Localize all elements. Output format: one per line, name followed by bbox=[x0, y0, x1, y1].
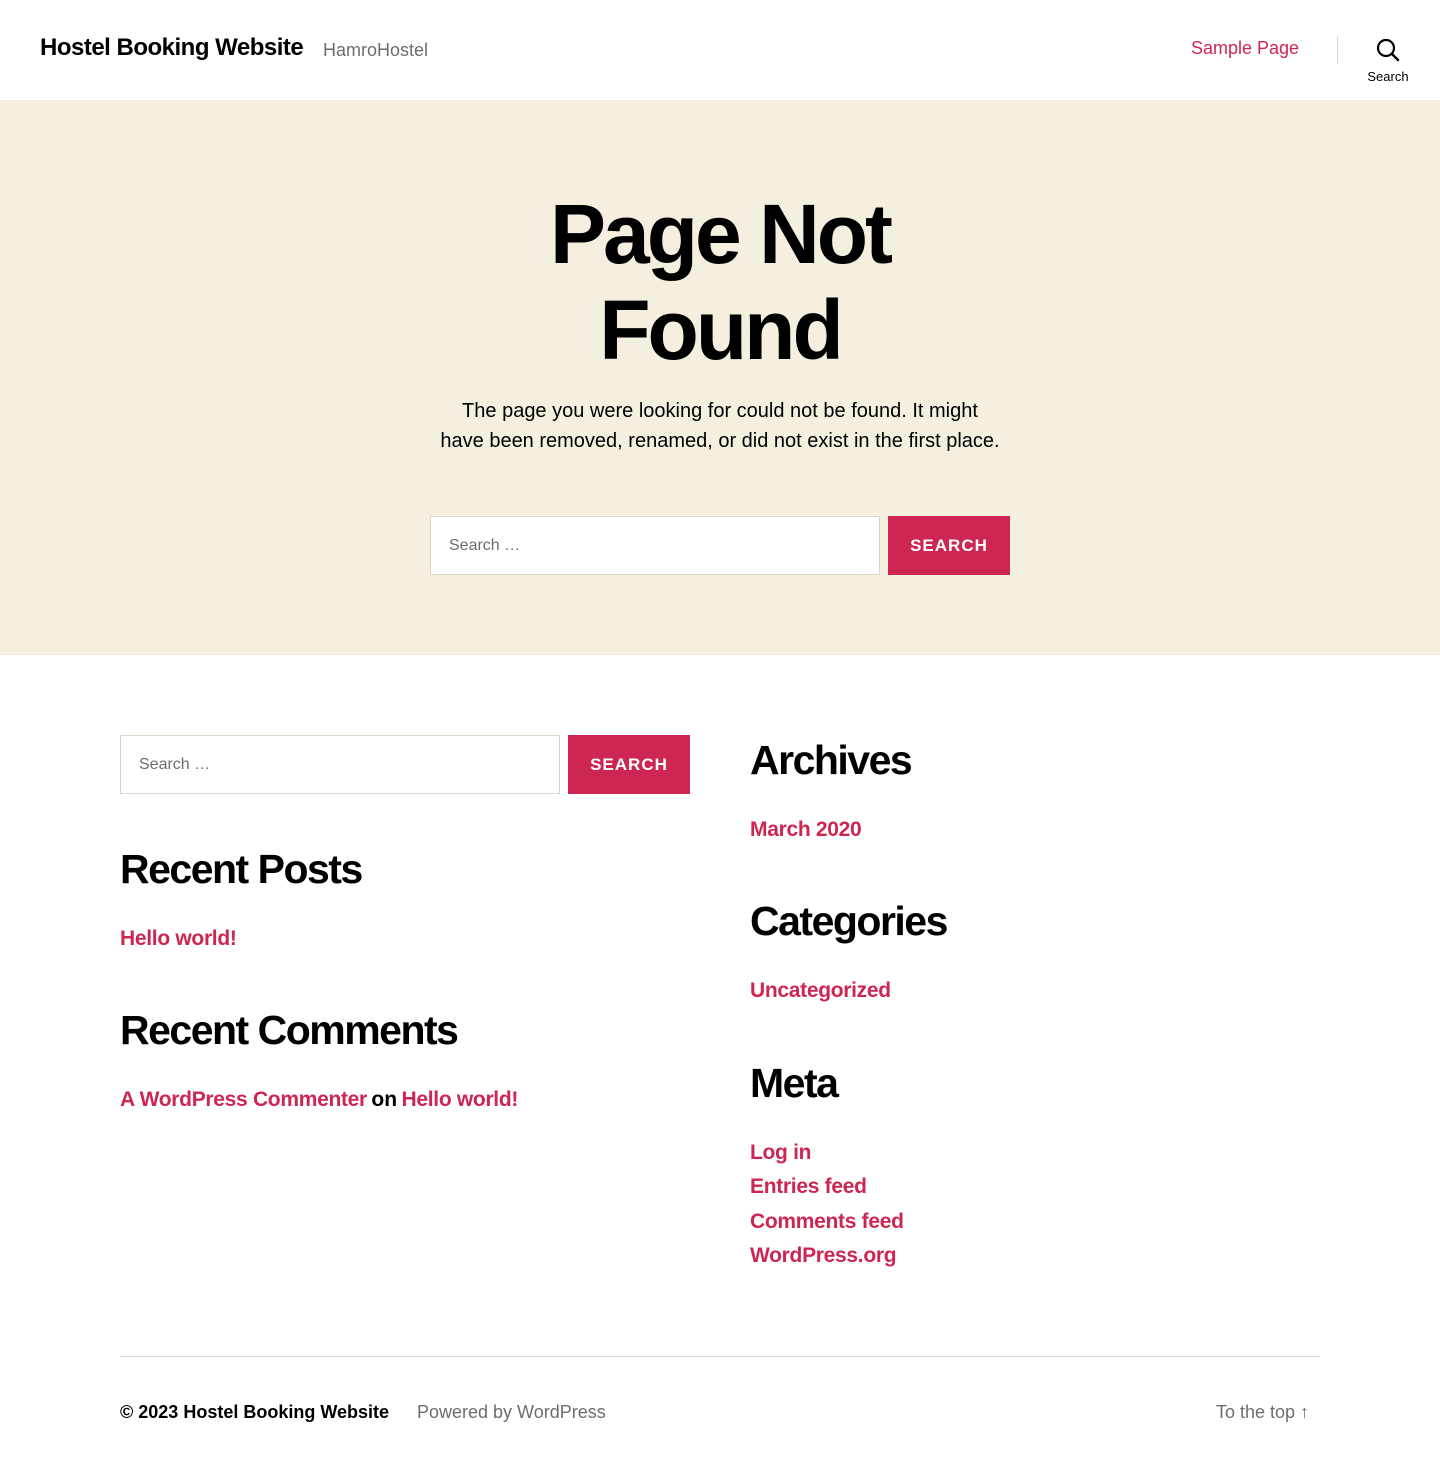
footer-divider bbox=[120, 1356, 1320, 1357]
footer-site-link[interactable]: Hostel Booking Website bbox=[183, 1402, 389, 1422]
hero-search-input[interactable] bbox=[430, 516, 880, 575]
search-toggle-button[interactable]: Search bbox=[1362, 34, 1414, 90]
recent-posts-heading: Recent Posts bbox=[120, 846, 363, 892]
search-toggle-label: Search bbox=[1367, 69, 1409, 84]
meta-comments-feed-link[interactable]: Comments feed bbox=[750, 1210, 904, 1234]
nav-divider bbox=[1337, 36, 1338, 64]
widget-search-input[interactable] bbox=[120, 735, 560, 794]
search-icon bbox=[1376, 38, 1400, 62]
hero-search-button[interactable]: Search bbox=[888, 516, 1010, 575]
site-title-link[interactable]: Hostel Booking Website bbox=[40, 34, 304, 62]
nav-link-sample-page[interactable]: Sample Page bbox=[1191, 38, 1299, 59]
page-title-line-2: Found bbox=[599, 283, 844, 377]
recent-comments-heading: Recent Comments bbox=[120, 1007, 459, 1053]
powered-by-link[interactable]: Powered by WordPress bbox=[417, 1402, 606, 1423]
to-the-top-link[interactable]: To the top ↑ bbox=[1216, 1402, 1309, 1423]
meta-login-link[interactable]: Log in bbox=[750, 1141, 811, 1165]
site-description: HamroHostel bbox=[323, 40, 429, 60]
meta-wordpress-org-link[interactable]: WordPress.org bbox=[750, 1244, 897, 1268]
widget-search-form: Search bbox=[120, 735, 690, 794]
recent-post-link[interactable]: Hello world! bbox=[120, 927, 237, 951]
categories-heading: Categories bbox=[750, 898, 948, 944]
archives-heading: Archives bbox=[750, 737, 913, 783]
page-title: Page Not Found bbox=[420, 186, 1020, 378]
site-header: Hostel Booking Website HamroHostel Sampl… bbox=[0, 0, 1440, 100]
comment-joiner: on bbox=[371, 1088, 398, 1111]
comment-post-link[interactable]: Hello world! bbox=[402, 1088, 519, 1111]
hero-search-form: Search bbox=[430, 516, 1010, 575]
widget-search-button[interactable]: Search bbox=[568, 735, 690, 794]
archive-link[interactable]: March 2020 bbox=[750, 818, 862, 842]
meta-heading: Meta bbox=[750, 1060, 839, 1106]
comment-author-link[interactable]: A WordPress Commenter bbox=[120, 1088, 367, 1111]
not-found-hero: Page Not Found The page you were looking… bbox=[0, 100, 1440, 655]
category-link[interactable]: Uncategorized bbox=[750, 979, 891, 1003]
not-found-message: The page you were looking for could not … bbox=[440, 400, 1000, 452]
meta-entries-feed-link[interactable]: Entries feed bbox=[750, 1175, 867, 1199]
recent-comment-item: A WordPress Commenter on Hello world! bbox=[120, 1088, 518, 1112]
copyright-year: © 2023 bbox=[120, 1402, 179, 1422]
footer-copyright: © 2023 Hostel Booking Website bbox=[120, 1402, 389, 1423]
page-title-line-1: Page Not bbox=[549, 187, 893, 281]
